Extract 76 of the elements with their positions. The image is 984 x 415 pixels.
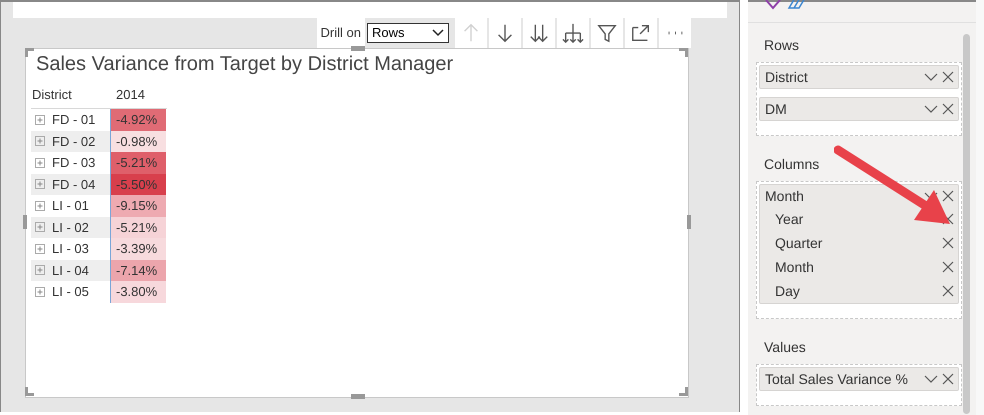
remove-icon[interactable]	[942, 285, 954, 297]
remove-icon[interactable]	[942, 103, 954, 115]
field-name: District	[765, 68, 809, 86]
variance-cell: -0.98%	[110, 130, 166, 152]
variance-cell: -5.21%	[110, 216, 166, 238]
hierarchy-level: Quarter	[775, 234, 824, 253]
remove-icon[interactable]	[942, 190, 954, 202]
visual-title: Sales Variance from Target by District Manager	[36, 52, 454, 76]
resize-handle-icon[interactable]	[351, 46, 365, 51]
well-label: Values	[763, 338, 807, 357]
field-pill[interactable]: Month Year Quarter Month Day	[759, 184, 959, 304]
chevron-down-icon[interactable]	[924, 72, 938, 82]
hierarchy-level: Year	[775, 210, 804, 228]
district-cell-text: LI - 04	[52, 262, 89, 280]
variance-cell: -3.80%	[110, 281, 166, 302]
expand-icon[interactable]	[35, 114, 45, 125]
scrollbar[interactable]	[963, 34, 970, 414]
chevron-down-icon[interactable]	[432, 29, 444, 37]
remove-icon[interactable]	[942, 261, 954, 273]
field-pill[interactable]: District	[759, 65, 959, 89]
hierarchy-level: Day	[775, 282, 801, 301]
field-well[interactable]: Month Year Quarter Month Day	[756, 181, 962, 319]
remove-icon[interactable]	[942, 237, 954, 249]
variance-cell: -4.92%	[110, 109, 166, 130]
expand-icon[interactable]	[35, 179, 45, 190]
resize-handle-icon[interactable]	[23, 215, 27, 229]
resize-handle-icon[interactable]	[351, 394, 365, 399]
field-pill[interactable]: DM	[759, 97, 959, 121]
expand-icon[interactable]	[35, 244, 45, 254]
resize-handle-icon[interactable]	[687, 215, 691, 229]
field-pill[interactable]: Total Sales Variance %	[759, 367, 959, 391]
expand-icon[interactable]	[35, 286, 45, 297]
arrow-down-icon[interactable]	[489, 18, 521, 48]
variance-cell: -3.39%	[110, 238, 166, 260]
field-name: Month	[765, 186, 805, 206]
district-cell-text: LI - 01	[52, 197, 89, 215]
chevron-down-icon[interactable]	[924, 104, 938, 114]
district-cell-text: FD - 02	[52, 132, 96, 150]
expand-icon[interactable]	[35, 265, 45, 276]
well-label: Rows	[763, 36, 800, 55]
hierarchy-level: Month	[775, 258, 815, 276]
column-header: District	[31, 86, 73, 104]
resize-handle-icon[interactable]	[678, 386, 690, 398]
district-cell-text: FD - 04	[52, 176, 96, 194]
field-name: Total Sales Variance %	[765, 370, 909, 388]
remove-icon[interactable]	[942, 373, 954, 385]
focus-mode-icon[interactable]	[625, 18, 657, 48]
column-header: 2014	[115, 86, 146, 104]
remove-icon[interactable]	[942, 71, 954, 83]
expand-icon[interactable]	[35, 158, 45, 168]
variance-cell: -5.50%	[110, 174, 166, 195]
expand-icon[interactable]	[35, 136, 45, 146]
resize-handle-icon[interactable]	[23, 46, 35, 58]
field-well[interactable]: Total Sales Variance %	[756, 364, 962, 406]
expand-icon[interactable]	[35, 200, 45, 211]
format-icon[interactable]	[764, 0, 782, 10]
variance-cell: -9.15%	[110, 195, 166, 216]
drill-label: Drill on	[316, 18, 365, 48]
hierarchy-icon[interactable]	[557, 18, 589, 48]
expand-icon[interactable]	[35, 222, 45, 232]
resize-handle-icon[interactable]	[23, 386, 35, 398]
filter-icon[interactable]	[591, 18, 623, 48]
drill-dropdown[interactable]: Rows	[367, 23, 449, 43]
field-name: DM	[765, 100, 788, 118]
district-cell-text: FD - 01	[52, 111, 96, 129]
variance-cell: -5.21%	[110, 152, 166, 174]
double-arrow-down-icon[interactable]	[523, 18, 555, 48]
district-cell-text: FD - 03	[52, 154, 96, 172]
chevron-down-icon[interactable]	[924, 374, 938, 384]
field-well[interactable]: District DM	[756, 62, 962, 136]
district-cell-text: LI - 02	[52, 218, 89, 236]
resize-handle-icon[interactable]	[678, 46, 690, 58]
district-cell-text: LI - 05	[52, 283, 89, 301]
district-cell-text: LI - 03	[52, 240, 89, 258]
well-label: Columns	[763, 155, 820, 174]
variance-cell: -7.14%	[110, 260, 166, 281]
